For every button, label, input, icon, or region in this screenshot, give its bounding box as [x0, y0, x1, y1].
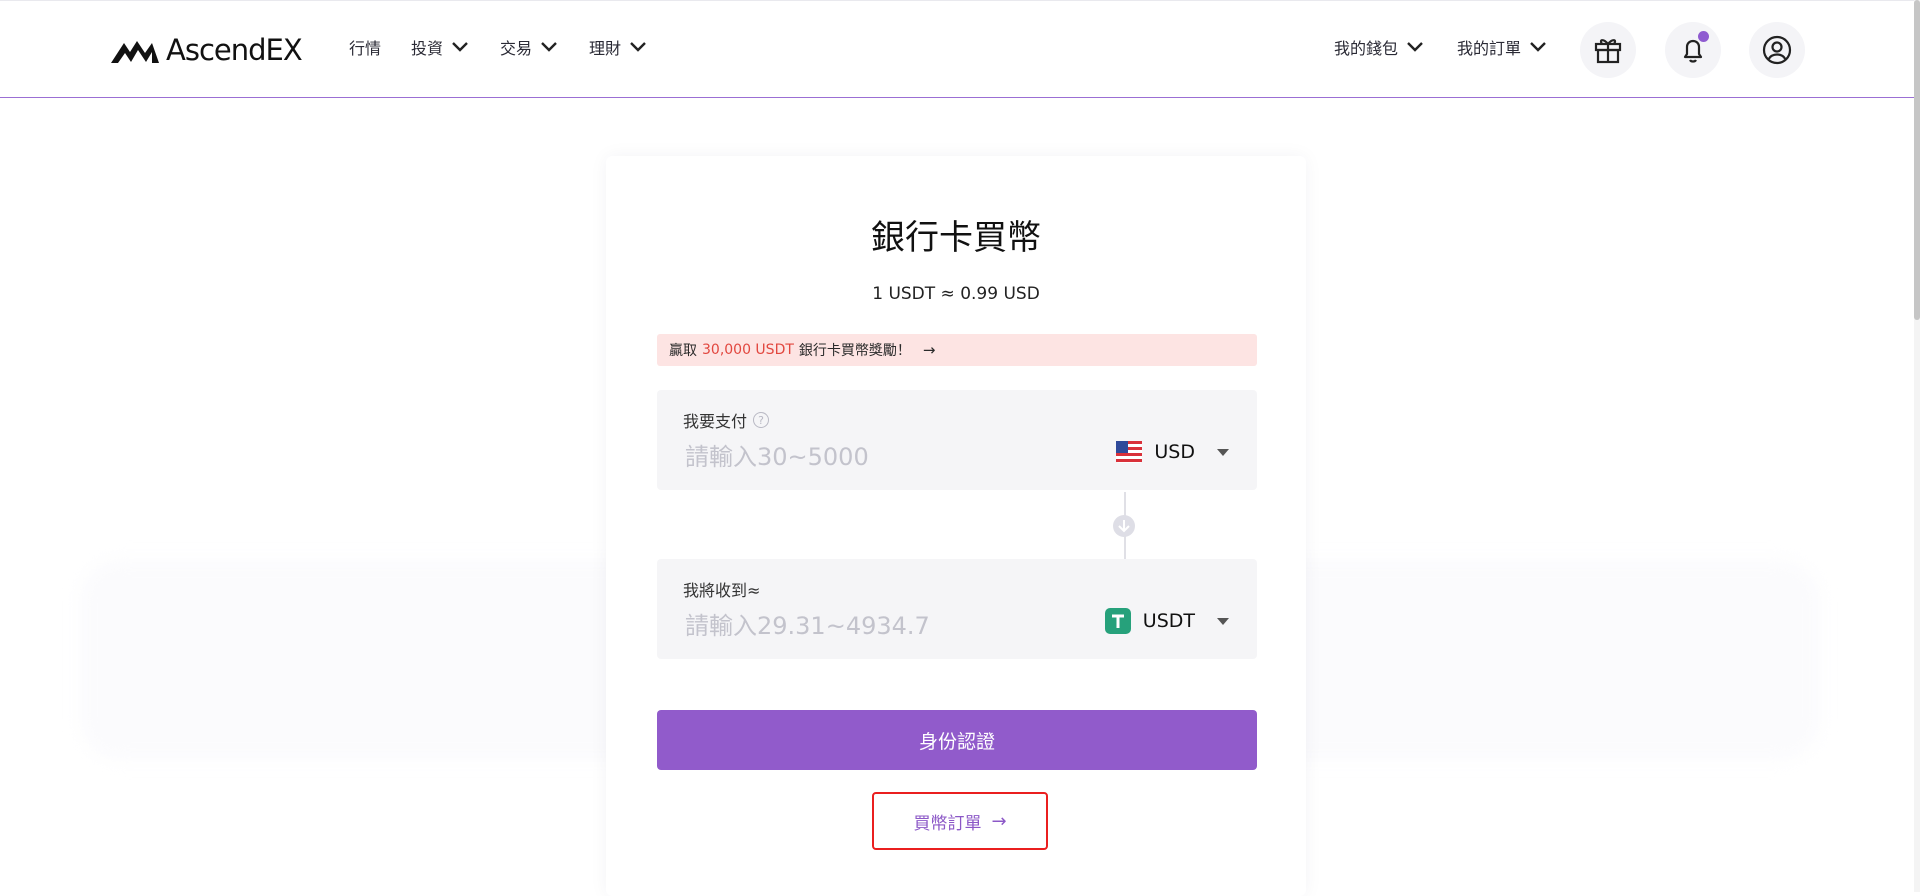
receive-field: 我將收到≈ USDT	[657, 559, 1257, 659]
identity-verification-button[interactable]: 身份認證	[657, 710, 1257, 770]
page-scrollbar[interactable]	[1914, 0, 1920, 892]
main-nav: 行情 投資 交易 理財	[349, 35, 678, 59]
nav-finance[interactable]: 理財	[589, 35, 648, 59]
scrollbar-thumb[interactable]	[1914, 0, 1920, 320]
receive-currency-code: USDT	[1142, 610, 1195, 632]
us-flag-icon	[1116, 441, 1143, 463]
pay-label: 我要支付	[683, 412, 748, 431]
user-icon	[1762, 35, 1792, 65]
nav-trade[interactable]: 交易	[500, 35, 559, 59]
chevron-down-icon	[1530, 42, 1546, 52]
pay-label-row: 我要支付 ?	[683, 408, 770, 432]
notifications-button[interactable]	[1665, 22, 1721, 78]
ascendex-logo[interactable]: AscendEX	[110, 33, 303, 67]
arrow-right-icon: →	[991, 810, 1007, 832]
my-orders-menu[interactable]: 我的訂單	[1457, 35, 1548, 59]
exchange-rate: 1 USDT ≈ 0.99 USD	[872, 284, 1040, 304]
caret-down-icon	[1217, 617, 1229, 625]
buy-orders-link[interactable]: 買幣訂單 →	[872, 792, 1048, 850]
caret-down-icon	[1217, 448, 1229, 456]
tether-icon	[1104, 608, 1131, 634]
chevron-down-icon	[541, 42, 557, 52]
my-orders-label: 我的訂單	[1457, 39, 1522, 58]
ascendex-logo-mark-icon	[111, 41, 159, 63]
arrow-down-icon	[1113, 515, 1135, 537]
account-button[interactable]	[1749, 22, 1805, 78]
pay-field: 我要支付 ? USD	[657, 390, 1257, 490]
promo-prefix: 贏取	[669, 343, 697, 359]
top-navigation-bar: AscendEX 行情 投資 交易 理財 我的錢包 我的訂單	[0, 0, 1914, 98]
chevron-down-icon	[452, 42, 468, 52]
notification-badge	[1698, 31, 1709, 42]
help-icon[interactable]: ?	[753, 412, 770, 428]
my-wallet-menu[interactable]: 我的錢包	[1334, 35, 1425, 59]
promo-suffix: 銀行卡買幣獎勵！	[798, 343, 911, 359]
brand-name: AscendEX	[166, 33, 303, 67]
receive-amount-input[interactable]	[683, 607, 1067, 645]
pay-currency-select[interactable]: USD	[1116, 438, 1229, 466]
nav-trade-label: 交易	[500, 39, 533, 58]
promo-amount: 30,000 USDT	[702, 342, 794, 358]
buy-crypto-card: 銀行卡買幣 1 USDT ≈ 0.99 USD 贏取 30,000 USDT 銀…	[606, 156, 1306, 896]
gift-button[interactable]	[1580, 22, 1636, 78]
chevron-down-icon	[630, 42, 646, 52]
nav-invest-label: 投資	[411, 39, 444, 58]
nav-market-label: 行情	[349, 39, 382, 58]
receive-label: 我將收到≈	[683, 581, 761, 600]
nav-finance-label: 理財	[589, 39, 622, 58]
page-title: 銀行卡買幣	[871, 218, 1041, 258]
receive-label-row: 我將收到≈	[683, 577, 760, 601]
buy-orders-label: 買幣訂單	[913, 813, 982, 834]
chevron-down-icon	[1407, 42, 1423, 52]
pay-amount-input[interactable]	[683, 438, 1067, 476]
my-wallet-label: 我的錢包	[1334, 39, 1399, 58]
receive-currency-select[interactable]: USDT	[1104, 607, 1229, 635]
arrow-right-icon: →	[922, 341, 936, 359]
nav-market[interactable]: 行情	[349, 35, 381, 59]
gift-icon	[1594, 39, 1622, 64]
nav-invest[interactable]: 投資	[411, 35, 470, 59]
promo-banner[interactable]: 贏取 30,000 USDT 銀行卡買幣獎勵！ →	[657, 334, 1257, 366]
pay-currency-code: USD	[1154, 441, 1195, 463]
